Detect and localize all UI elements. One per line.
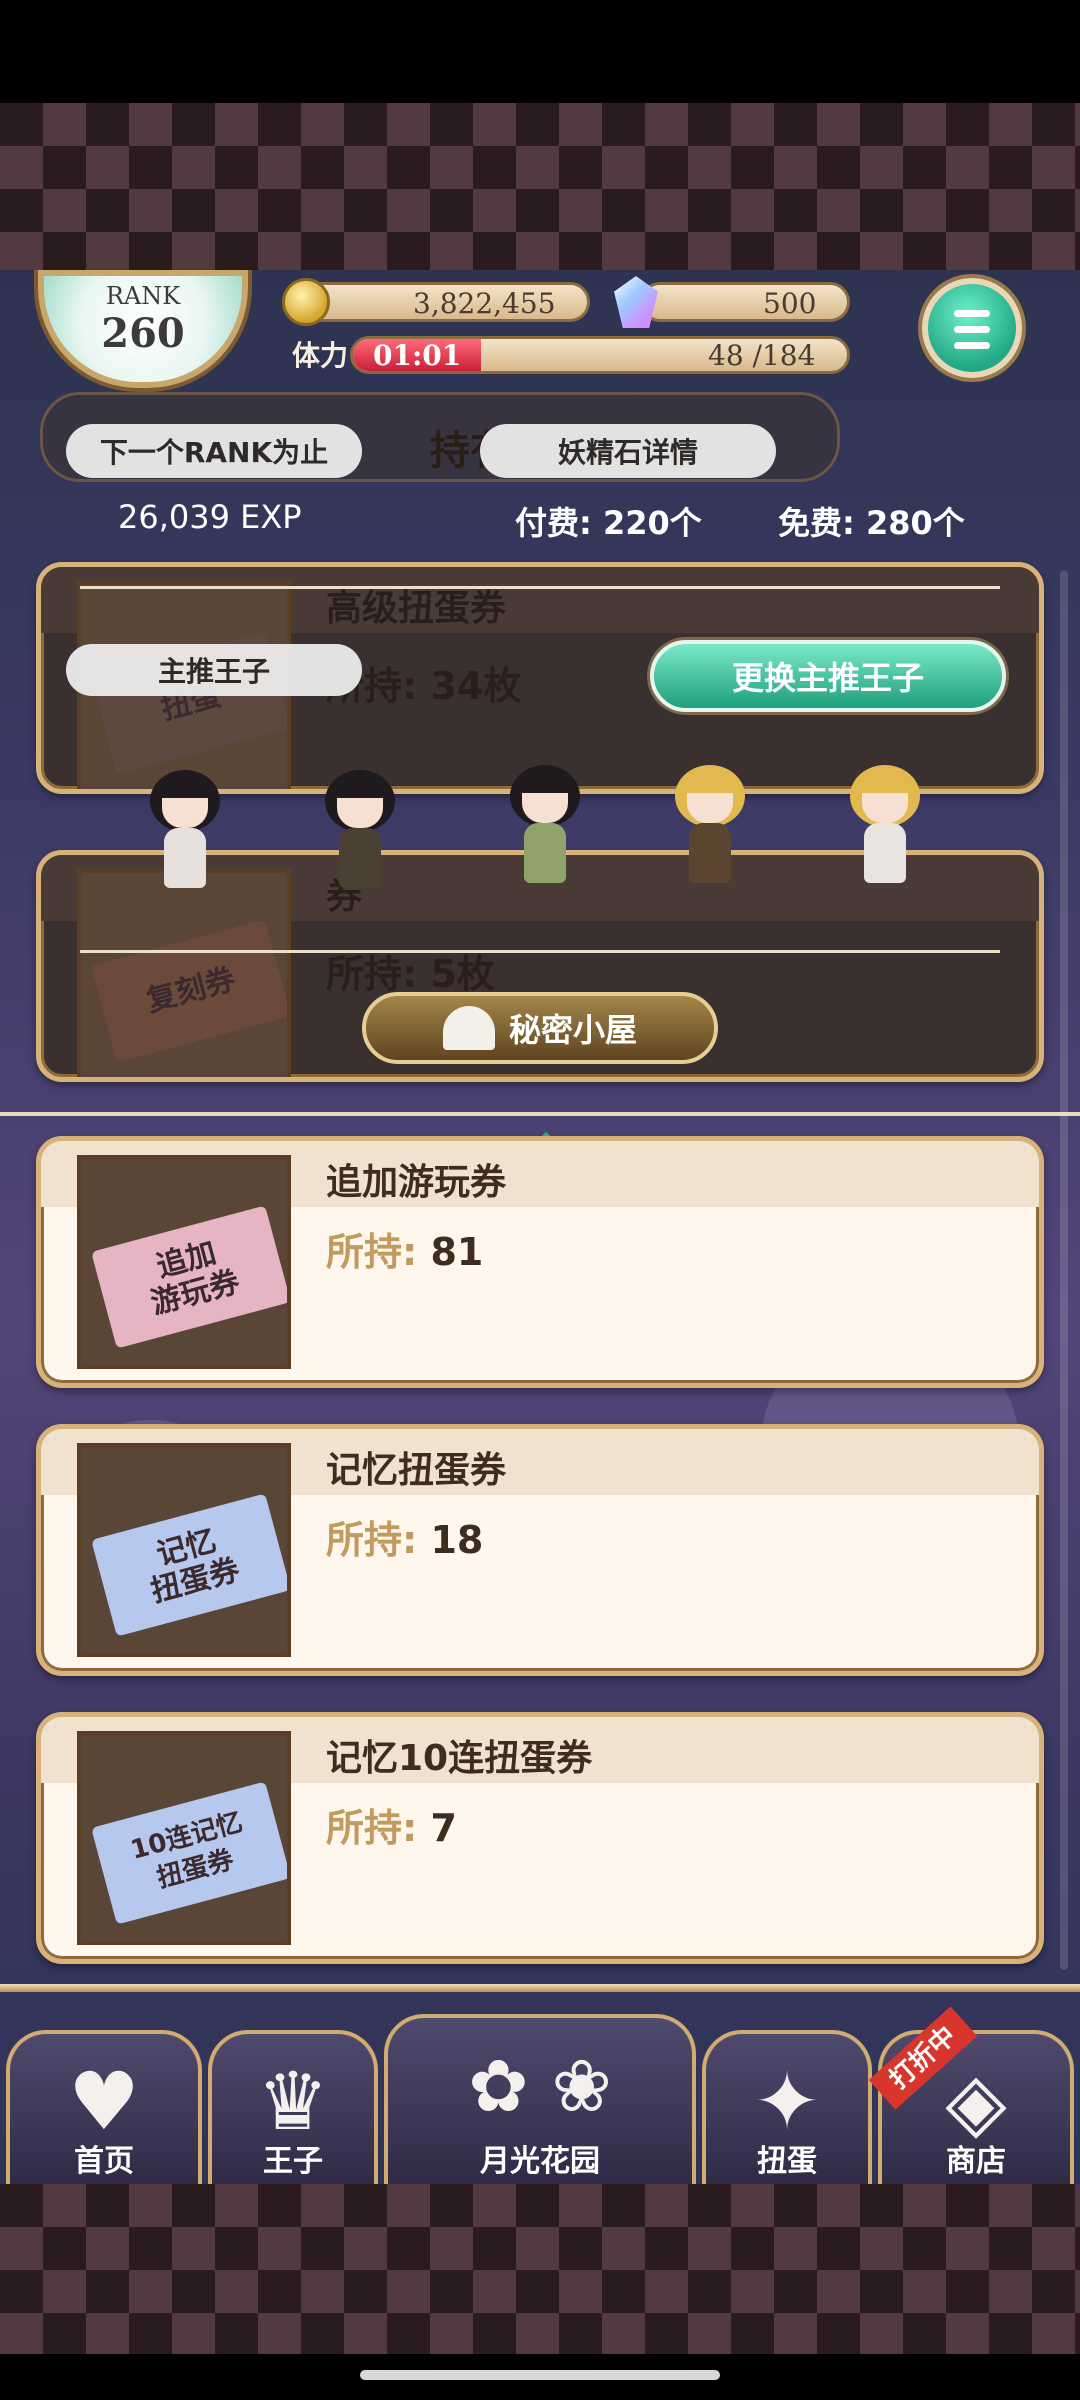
crown-icon: ♛: [257, 2055, 329, 2148]
count-value: 34枚: [430, 664, 522, 708]
item-thumbnail: 复刻券: [77, 869, 291, 1077]
gem-count: 500: [763, 287, 817, 320]
nav-tab-label: 月光花园: [480, 2144, 600, 2179]
item-title: 记忆10连扭蛋券: [326, 1738, 593, 1779]
gem-detail-pill[interactable]: 妖精石详情: [480, 424, 776, 478]
count-label: 所持:: [326, 1518, 418, 1562]
nav-tab-gacha[interactable]: ✦ 扭蛋: [702, 2030, 872, 2184]
rank-badge[interactable]: RANK 260: [38, 270, 248, 388]
item-count: 所持: 18: [326, 1509, 483, 1564]
house-icon: [442, 1006, 495, 1050]
ticket-image: 记忆 扭蛋券: [91, 1493, 287, 1637]
chibi-body: [689, 823, 731, 883]
menu-icon-line: [954, 342, 990, 349]
prince-chibi[interactable]: [665, 765, 755, 895]
ticket-image: 复刻券: [91, 919, 287, 1063]
bottom-ornate-divider: [0, 1984, 1080, 1992]
item-thumbnail: 追加 游玩券: [77, 1155, 291, 1369]
ticket-image: 追加 游玩券: [91, 1205, 287, 1349]
count-label: 所持:: [326, 1806, 418, 1850]
nav-tab-label: 王子: [263, 2144, 323, 2179]
nav-tab-garden[interactable]: ✿ ❀ 月光花园: [384, 2014, 696, 2184]
rank-value: 260: [101, 310, 185, 357]
count-value: 5枚: [430, 952, 495, 996]
prince-chibi[interactable]: [840, 765, 930, 895]
next-rank-pill: 下一个RANK为止: [66, 424, 362, 478]
ornate-divider: [80, 586, 1000, 589]
prince-chibi[interactable]: [315, 770, 405, 900]
scrollbar[interactable]: [1060, 570, 1068, 1970]
item-card[interactable]: 记忆扭蛋券 所持: 18 记忆 扭蛋券: [36, 1424, 1044, 1676]
chibi-body: [864, 823, 906, 883]
prince-chibi[interactable]: [140, 770, 230, 900]
count-value: 7: [430, 1806, 457, 1850]
item-card[interactable]: 追加游玩券 所持: 81 追加 游玩券: [36, 1136, 1044, 1388]
ornate-divider: [80, 950, 1000, 953]
nav-tab-home[interactable]: ♥ 首页: [6, 2030, 202, 2184]
coin-bar: 3,822,455: [300, 282, 590, 322]
stamina-timer: 01:01: [373, 339, 462, 372]
menu-button[interactable]: [922, 278, 1022, 378]
argyle-border-bottom: [0, 2184, 1080, 2354]
stamina-bar: 01:01 48 /184: [350, 336, 850, 374]
status-bar: [0, 0, 1080, 103]
paid-gems-text: 付费: 220个: [515, 504, 702, 542]
coin-count: 3,822,455: [413, 287, 556, 320]
bottom-nav: ♥ 首页 ♛ 王子 ✿ ❀ 月光花园 ✦ 扭蛋 ◈ 商店 打折中: [0, 2006, 1080, 2184]
item-title: 记忆扭蛋券: [326, 1450, 507, 1491]
menu-icon: [954, 310, 990, 317]
item-count: 所持: 81: [326, 1221, 483, 1276]
shop-gem-icon: ◈: [945, 2055, 1007, 2148]
stamina-value: 48 /184: [708, 339, 816, 372]
item-thumbnail: 记忆 扭蛋券: [77, 1443, 291, 1657]
nav-tab-label: 扭蛋: [757, 2144, 817, 2179]
count-value: 18: [430, 1518, 484, 1562]
gacha-egg-icon: ✦: [753, 2055, 821, 2148]
change-prince-button[interactable]: 更换主推王子: [650, 640, 1006, 712]
gem-bar: 500: [640, 282, 850, 322]
chibi-body: [339, 828, 381, 888]
coin-icon: [282, 278, 330, 326]
item-count: 所持: 7: [326, 1797, 457, 1852]
stamina-label: 体力: [292, 339, 349, 372]
free-gems-text: 免费: 280个: [778, 504, 965, 542]
item-title: 追加游玩券: [326, 1162, 507, 1203]
nav-tab-label: 首页: [74, 2144, 134, 2179]
item-thumbnail: 10连记忆 扭蛋券: [77, 1731, 291, 1945]
game-screen: RANK 260 3,822,455 500 01:01 48 /184 体力 …: [0, 270, 1080, 2184]
section-divider: [0, 1112, 1080, 1116]
chibi-body: [164, 828, 206, 888]
ticket-image: 10连记忆 扭蛋券: [91, 1781, 287, 1925]
secret-room-button[interactable]: 秘密小屋: [362, 992, 718, 1064]
fairies-icon: ✿ ❀: [468, 2044, 612, 2128]
secret-room-label: 秘密小屋: [508, 1011, 637, 1049]
item-card[interactable]: 记忆10连扭蛋券 所持: 7 10连记忆 扭蛋券: [36, 1712, 1044, 1964]
heart-icon: ♥: [68, 2055, 140, 2148]
home-gesture-handle[interactable]: [360, 2370, 720, 2380]
exp-text: 26,039 EXP: [118, 498, 302, 536]
chibi-body: [524, 823, 566, 883]
rank-label: RANK: [105, 282, 181, 310]
count-label: 所持:: [326, 952, 418, 996]
count-value: 81: [430, 1230, 484, 1274]
menu-icon-line: [954, 326, 990, 333]
main-prince-pill: 主推王子: [66, 644, 362, 696]
nav-tab-label: 商店: [946, 2144, 1006, 2179]
argyle-border-top: [0, 103, 1080, 270]
nav-tab-prince[interactable]: ♛ 王子: [208, 2030, 378, 2184]
count-label: 所持:: [326, 1230, 418, 1274]
prince-chibi[interactable]: [500, 765, 590, 895]
